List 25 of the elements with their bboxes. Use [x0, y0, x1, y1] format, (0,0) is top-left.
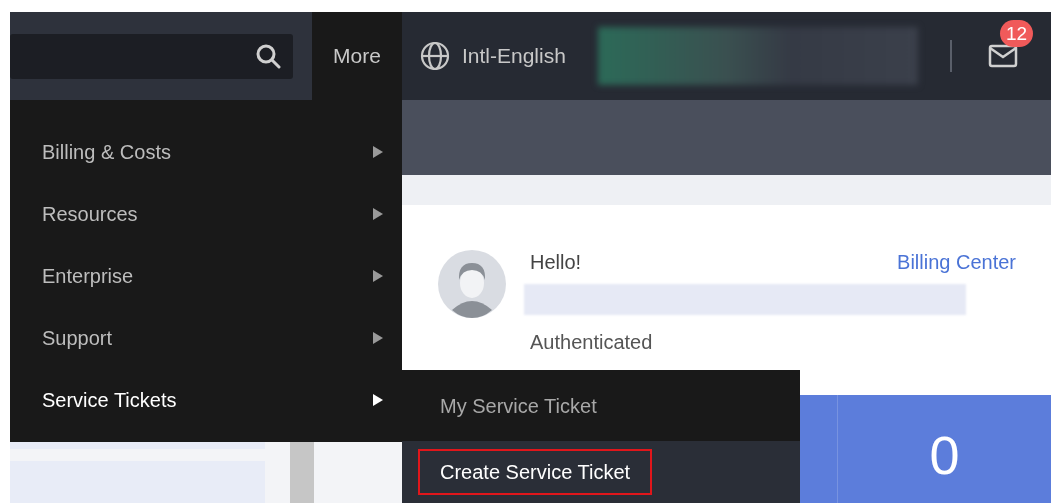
greeting: Hello! [530, 250, 582, 274]
menu-item[interactable]: Service Tickets [42, 385, 177, 415]
globe-icon [420, 41, 450, 71]
caret-icon [373, 332, 383, 344]
scrollbar[interactable] [290, 442, 314, 503]
stat-value: 0 [929, 424, 960, 487]
language-selector[interactable]: Intl-English [420, 40, 566, 72]
submenu-item[interactable]: My Service Ticket [418, 382, 619, 429]
caret-icon [373, 394, 383, 406]
billing-center-link[interactable]: Billing Center [897, 250, 1016, 274]
menu-item[interactable]: Billing & Costs [42, 137, 171, 167]
notification-count: 12 [999, 19, 1034, 47]
caret-icon [373, 208, 383, 220]
menu-item[interactable]: Resources [42, 199, 138, 229]
verification-status: Authenticated [530, 330, 654, 355]
menu-item[interactable]: Support [42, 323, 113, 353]
search-field[interactable] [10, 33, 293, 79]
caret-icon [373, 146, 383, 158]
avatar [438, 250, 506, 318]
search-icon [255, 43, 281, 69]
submenu-item[interactable]: Create Service Ticket [418, 449, 653, 495]
mail-icon[interactable] [987, 44, 1018, 69]
caret-icon [373, 270, 383, 282]
more-menu[interactable]: More [312, 12, 402, 100]
menu-item[interactable]: Enterprise [42, 261, 134, 291]
